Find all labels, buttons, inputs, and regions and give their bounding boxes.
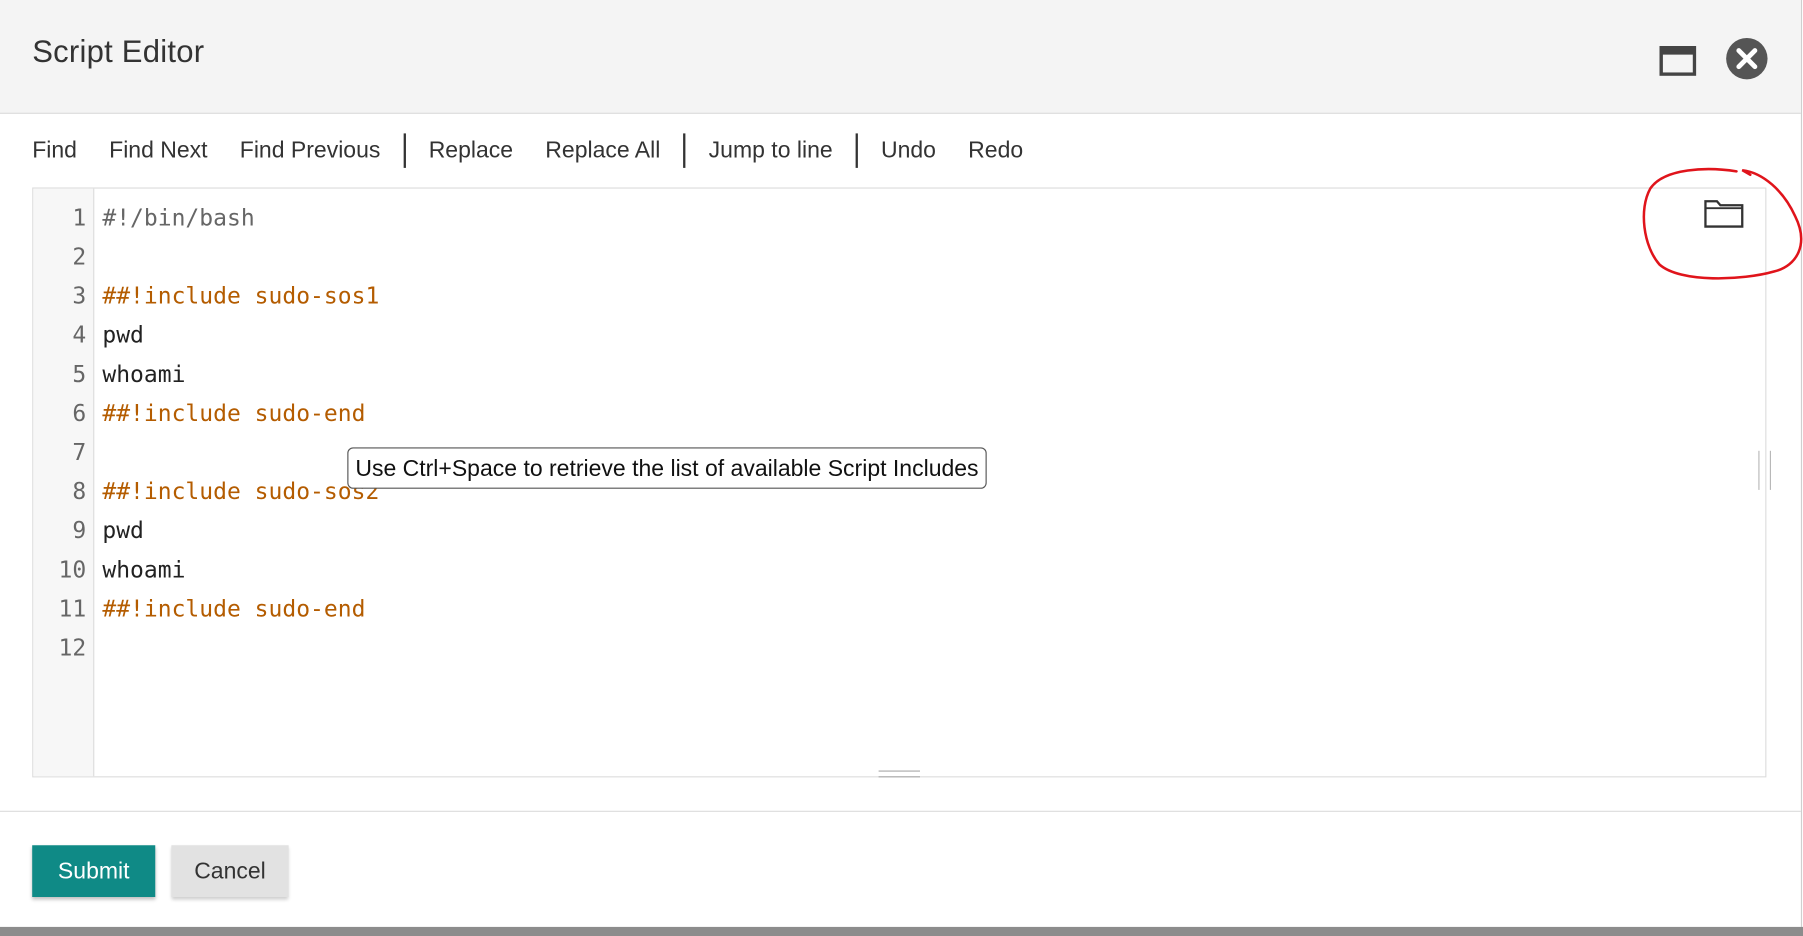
submit-button[interactable]: Submit: [32, 845, 156, 897]
code-line[interactable]: ##!include sudo-end: [102, 589, 365, 628]
line-number: 12: [58, 633, 87, 662]
line-number: 8: [72, 477, 87, 505]
redo-button[interactable]: Redo: [968, 137, 1023, 163]
code-line[interactable]: ##!include sudo-sos1: [102, 276, 379, 315]
scrollbar-marker: [1758, 450, 1772, 492]
line-number-gutter: 1 2 3 4 5 6 7 8 9 10 11 12: [33, 188, 95, 777]
find-previous-button[interactable]: Find Previous: [240, 137, 381, 163]
line-number: 2: [72, 242, 87, 271]
line-number: 9: [72, 516, 87, 544]
code-line[interactable]: whoami: [102, 354, 185, 393]
close-circle-icon: [1726, 37, 1768, 80]
jump-to-line-button[interactable]: Jump to line: [709, 137, 833, 163]
line-number: 10: [58, 555, 87, 584]
code-line[interactable]: #!/bin/bash: [102, 198, 254, 237]
editor-resize-handle[interactable]: [878, 767, 920, 779]
code-line[interactable]: ##!include sudo-end: [102, 393, 365, 432]
dialog-title: Script Editor: [32, 34, 205, 70]
find-next-button[interactable]: Find Next: [109, 137, 207, 163]
background-page-strip: [0, 926, 1803, 936]
script-includes-button[interactable]: [1703, 196, 1744, 231]
toolbar-separator: [683, 133, 686, 168]
code-line[interactable]: pwd: [102, 315, 144, 354]
undo-button[interactable]: Undo: [881, 137, 936, 163]
maximize-button[interactable]: [1659, 46, 1697, 76]
code-line[interactable]: pwd: [102, 511, 144, 550]
line-number: 4: [72, 320, 87, 349]
line-number: 3: [72, 281, 87, 310]
script-includes-tooltip: Use Ctrl+Space to retrieve the list of a…: [347, 447, 987, 489]
dialog-header: Script Editor: [0, 0, 1801, 114]
window-maximize-icon: [1659, 46, 1697, 76]
line-number: 5: [72, 359, 87, 388]
replace-button[interactable]: Replace: [429, 137, 513, 163]
script-editor-dialog: Script Editor Find Find Next Find Previo…: [0, 0, 1803, 927]
line-number: 11: [58, 594, 87, 623]
cancel-button[interactable]: Cancel: [171, 845, 289, 897]
replace-all-button[interactable]: Replace All: [545, 137, 660, 163]
toolbar-separator: [403, 133, 406, 168]
code-line[interactable]: whoami: [102, 550, 185, 589]
close-button[interactable]: [1725, 37, 1769, 81]
toolbar-separator: [855, 133, 858, 168]
line-number: 6: [72, 399, 87, 427]
find-button[interactable]: Find: [32, 137, 77, 163]
folder-icon: [1704, 200, 1744, 228]
editor-toolbar: Find Find Next Find Previous Replace Rep…: [32, 131, 1023, 170]
code-line[interactable]: ##!include sudo-sos2: [102, 472, 379, 511]
footer-divider: [0, 810, 1801, 812]
line-number: 7: [72, 438, 87, 466]
line-number: 1: [72, 203, 87, 232]
